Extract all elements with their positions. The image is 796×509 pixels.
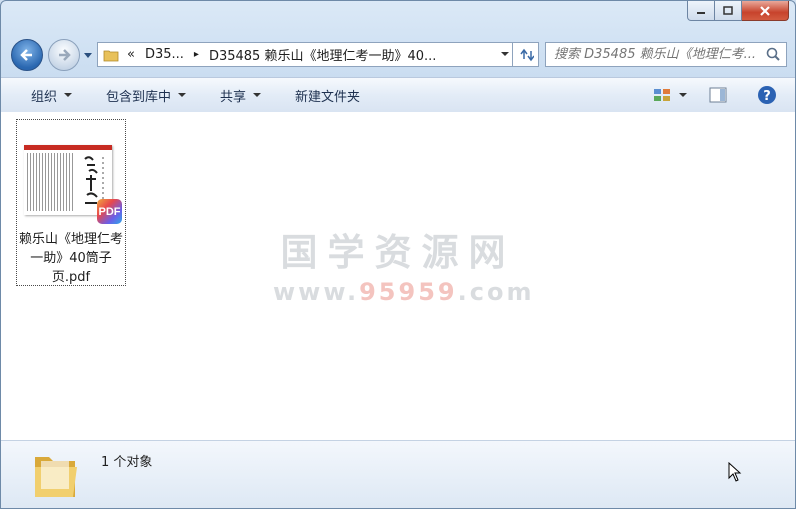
- close-button[interactable]: [742, 1, 789, 21]
- search-input[interactable]: [554, 47, 764, 62]
- toolbar-right: ?: [653, 78, 795, 112]
- recent-pages-dropdown-icon[interactable]: [83, 50, 93, 60]
- change-view-icon[interactable]: [653, 87, 671, 103]
- search-box[interactable]: [545, 42, 787, 67]
- preview-pane-icon[interactable]: [709, 87, 727, 103]
- watermark-url-number: 95959: [359, 278, 458, 306]
- chevron-down-icon: [178, 93, 187, 97]
- thumbnail-text-columns: [27, 153, 75, 211]
- thumbnail-header-bar: [24, 145, 112, 150]
- breadcrumb-overflow[interactable]: «: [127, 47, 135, 62]
- file-item[interactable]: PDF 赖乐山《地理仁考一助》40筒子页.pdf: [16, 119, 126, 286]
- include-in-library-label: 包含到库中: [106, 89, 172, 105]
- include-in-library-button[interactable]: 包含到库中: [106, 86, 187, 105]
- view-options-dropdown-icon[interactable]: [679, 91, 687, 99]
- address-bar[interactable]: « D35... ▸ D35485 赖乐山《地理仁考一助》40...: [97, 42, 513, 67]
- search-icon[interactable]: [766, 47, 780, 61]
- item-count: 1 个对象: [101, 455, 153, 470]
- folder-icon: [35, 457, 77, 497]
- folder-icon: [103, 50, 119, 61]
- pdf-file-icon: PDF: [97, 199, 122, 224]
- minimize-button[interactable]: [687, 1, 715, 21]
- breadcrumb: « D35... ▸ D35485 赖乐山《地理仁考一助》40...: [127, 45, 446, 64]
- forward-arrow-icon: [59, 49, 71, 61]
- chevron-down-icon: [253, 93, 262, 97]
- command-bar: 组织 包含到库中 共享 新建文件夹 ?: [1, 77, 795, 113]
- maximize-button[interactable]: [715, 1, 742, 21]
- new-folder-label: 新建文件夹: [295, 89, 361, 105]
- share-label: 共享: [220, 89, 247, 105]
- share-button[interactable]: 共享: [220, 86, 262, 105]
- watermark-title: 国学资源网: [280, 231, 516, 274]
- window-controls: [687, 1, 789, 21]
- mouse-cursor-icon: [728, 462, 742, 482]
- explorer-window: « D35... ▸ D35485 赖乐山《地理仁考一助》40... 组织 包含…: [0, 0, 796, 509]
- watermark-url-suffix: .com: [457, 278, 535, 306]
- address-dropdown-icon[interactable]: [501, 50, 509, 58]
- breadcrumb-item-current[interactable]: D35485 赖乐山《地理仁考一助》40...: [209, 45, 436, 64]
- organize-button[interactable]: 组织: [31, 86, 73, 105]
- refresh-icon: [519, 48, 534, 61]
- watermark-url: www.95959.com: [273, 278, 531, 306]
- watermark-url-prefix: www.: [273, 278, 360, 306]
- details-pane: 1 个对象: [1, 440, 795, 508]
- breadcrumb-item-parent[interactable]: D35...: [145, 47, 184, 62]
- navigation-bar: « D35... ▸ D35485 赖乐山《地理仁考一助》40...: [1, 37, 795, 71]
- minimize-icon: [697, 11, 705, 14]
- back-arrow-icon: [20, 49, 32, 61]
- close-icon: [760, 5, 770, 16]
- maximize-icon: [723, 5, 733, 15]
- new-folder-button[interactable]: 新建文件夹: [295, 86, 360, 105]
- svg-text:?: ?: [763, 89, 771, 104]
- file-list[interactable]: 国学资源网 www.95959.com PDF 赖乐山《地理仁考一助》40筒子页…: [1, 112, 795, 440]
- file-name[interactable]: 赖乐山《地理仁考一助》40筒子页.pdf: [17, 230, 125, 287]
- breadcrumb-separator[interactable]: ▸: [194, 49, 199, 60]
- help-icon[interactable]: ?: [757, 85, 777, 105]
- refresh-button[interactable]: [513, 42, 539, 67]
- organize-label: 组织: [31, 89, 58, 105]
- back-button[interactable]: [11, 39, 43, 71]
- watermark: 国学资源网 www.95959.com: [273, 222, 531, 306]
- forward-button[interactable]: [48, 39, 80, 71]
- chevron-down-icon: [64, 93, 73, 97]
